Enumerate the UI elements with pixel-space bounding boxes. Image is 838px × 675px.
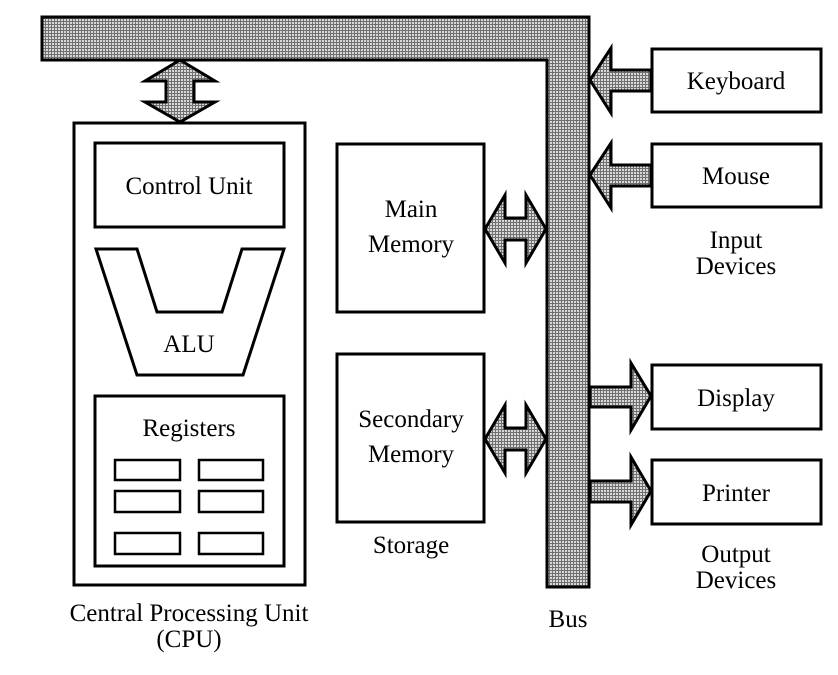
registers-label: Registers bbox=[142, 415, 235, 442]
storage-label: Storage bbox=[373, 532, 449, 559]
keyboard-input-arrow bbox=[588, 42, 653, 119]
output-devices-label-line2: Devices bbox=[696, 567, 777, 594]
cpu-label-line1: Central Processing Unit bbox=[70, 600, 309, 627]
register-cell bbox=[113, 458, 182, 482]
output-devices-label-line1: Output bbox=[701, 541, 771, 568]
secondary-memory-label-line2: Memory bbox=[368, 441, 455, 468]
register-cell bbox=[197, 531, 265, 556]
control-unit-label: Control Unit bbox=[125, 173, 252, 200]
printer-label: Printer bbox=[702, 480, 771, 507]
secondary-memory-label-line1: Secondary bbox=[358, 406, 464, 433]
bus-label: Bus bbox=[549, 606, 588, 633]
cpu-label-line2: (CPU) bbox=[156, 626, 221, 653]
secondary-memory-box bbox=[335, 352, 486, 524]
input-devices-label-line1: Input bbox=[710, 227, 763, 254]
register-cell bbox=[197, 489, 265, 514]
printer-output-arrow bbox=[588, 451, 653, 531]
architecture-diagram: Control Unit ALU Registers Central Proce… bbox=[40, 15, 823, 653]
secondary-memory-bus-arrow bbox=[483, 399, 548, 479]
main-memory-box bbox=[335, 142, 486, 314]
register-cell bbox=[113, 531, 182, 556]
main-memory-bus-arrow bbox=[483, 189, 548, 269]
main-memory-label-line2: Memory bbox=[368, 231, 455, 258]
input-devices-label-line2: Devices bbox=[696, 253, 777, 280]
alu-label: ALU bbox=[163, 331, 214, 358]
cpu-bus-arrow bbox=[139, 58, 221, 124]
mouse-input-arrow bbox=[588, 137, 653, 214]
main-memory-label-line1: Main bbox=[385, 196, 438, 223]
display-output-arrow bbox=[588, 357, 653, 436]
display-label: Display bbox=[697, 385, 775, 412]
mouse-label: Mouse bbox=[702, 163, 770, 190]
keyboard-label: Keyboard bbox=[687, 68, 786, 95]
register-cell bbox=[113, 489, 182, 514]
register-cell bbox=[197, 458, 265, 482]
